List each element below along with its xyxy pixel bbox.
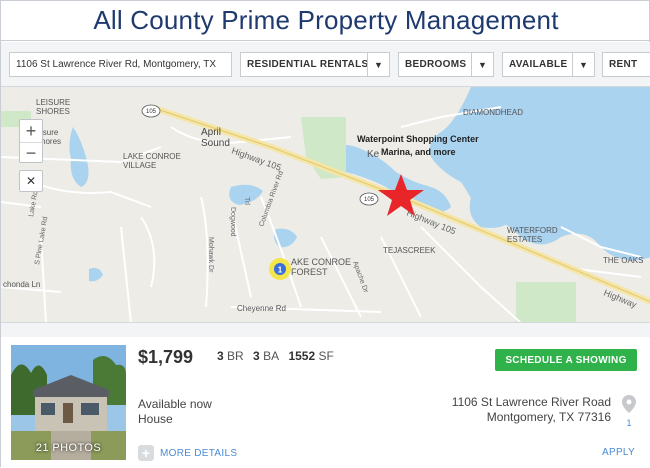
- rent-value: RENT: [609, 59, 638, 70]
- cluster-count: 1: [278, 266, 283, 275]
- filter-bar: 1106 St Lawrence River Rd, Montgomery, T…: [1, 42, 650, 87]
- property-type-select[interactable]: RESIDENTIAL RENTALS ▼: [240, 52, 390, 77]
- map-pin-icon: [622, 395, 636, 413]
- section-divider: [1, 323, 650, 337]
- map-canvas: 105 105 LEISURE SHORES isure hores LAKE CO…: [1, 87, 650, 322]
- listing-price: $1,799: [138, 347, 194, 367]
- bedrooms-value: BEDROOMS: [405, 59, 467, 70]
- page-frame: All County Prime Property Management 110…: [0, 0, 650, 468]
- beds-unit: BR: [227, 349, 244, 363]
- map-label: LEISURE SHORES: [36, 98, 70, 116]
- property-type-text: House: [138, 412, 173, 426]
- address-search-value: 1106 St Lawrence River Rd, Montgomery, T…: [16, 59, 217, 70]
- site-banner: All County Prime Property Management: [1, 1, 650, 41]
- road-label: Trl: [243, 197, 250, 205]
- map-pin-number: 1: [626, 418, 632, 428]
- map-label: chonda Ln: [3, 280, 40, 289]
- map-label: TEJASCREEK: [383, 246, 436, 255]
- park-area: [516, 282, 576, 322]
- map-label: THE OAKS: [603, 256, 643, 265]
- availability-text: Available now: [138, 397, 212, 411]
- photo-count: 21 PHOTOS: [35, 442, 102, 454]
- apply-link[interactable]: APPLY: [602, 447, 635, 458]
- plus-icon: +: [138, 445, 154, 461]
- rent-select[interactable]: RENT: [602, 52, 650, 77]
- beds-value: 3: [217, 349, 224, 363]
- map-label: Ke: [367, 149, 380, 160]
- more-details-label: MORE DETAILS: [160, 447, 238, 459]
- map-label: isure hores: [41, 128, 61, 146]
- availability-select[interactable]: AVAILABLE ▼: [502, 52, 595, 77]
- poi-annotation: Marina, and more: [381, 147, 456, 157]
- map-view[interactable]: 105 105 LEISURE SHORES isure hores LAKE CO…: [1, 87, 650, 323]
- listing-photo[interactable]: 21 PHOTOS: [11, 345, 126, 460]
- shield-label: 105: [146, 109, 157, 115]
- zoom-in-button[interactable]: +: [20, 120, 42, 142]
- address-line-1: 1106 St Lawrence River Road: [451, 395, 611, 409]
- listing-address: 1106 St Lawrence River Road Montgomery, …: [452, 395, 611, 425]
- zoom-controls: + −: [19, 119, 43, 163]
- zoom-out-button[interactable]: −: [20, 142, 42, 164]
- baths-value: 3: [253, 349, 260, 363]
- shield-label: 105: [364, 197, 375, 203]
- poi-annotation: Waterpoint Shopping Center: [357, 134, 479, 144]
- sqft-value: 1552: [288, 349, 316, 363]
- listing-availability: Available now House: [138, 397, 212, 427]
- road-label: Mohawk Dr: [207, 237, 214, 273]
- more-details-link[interactable]: + MORE DETAILS: [138, 445, 237, 461]
- chevron-down-icon: ▼: [367, 53, 389, 76]
- site-title: All County Prime Property Management: [93, 5, 559, 35]
- listing-card[interactable]: 21 PHOTOS $1,799 3 BR 3 BA 1552 SF SCHED…: [1, 337, 650, 468]
- address-search-input[interactable]: 1106 St Lawrence River Rd, Montgomery, T…: [9, 52, 232, 77]
- baths-unit: BA: [263, 349, 280, 363]
- bedrooms-select[interactable]: BEDROOMS ▼: [398, 52, 494, 77]
- chevron-down-icon: ▼: [572, 53, 594, 76]
- property-type-value: RESIDENTIAL RENTALS: [247, 59, 367, 70]
- road-label: Dogwood: [229, 207, 236, 237]
- listing-specs: 3 BR 3 BA 1552 SF: [217, 349, 340, 363]
- address-line-2: Montgomery, TX 77316: [486, 410, 611, 424]
- map-label: Cheyenne Rd: [237, 304, 286, 313]
- availability-value: AVAILABLE: [509, 59, 568, 70]
- chevron-down-icon: ▼: [471, 53, 493, 76]
- map-pin-link[interactable]: 1: [621, 395, 637, 428]
- fullscreen-icon: ✕: [25, 174, 37, 188]
- map-label: DIAMONDHEAD: [463, 108, 523, 117]
- sqft-unit: SF: [318, 349, 334, 363]
- fullscreen-button[interactable]: ✕: [19, 170, 43, 192]
- schedule-showing-button[interactable]: SCHEDULE A SHOWING: [495, 349, 637, 371]
